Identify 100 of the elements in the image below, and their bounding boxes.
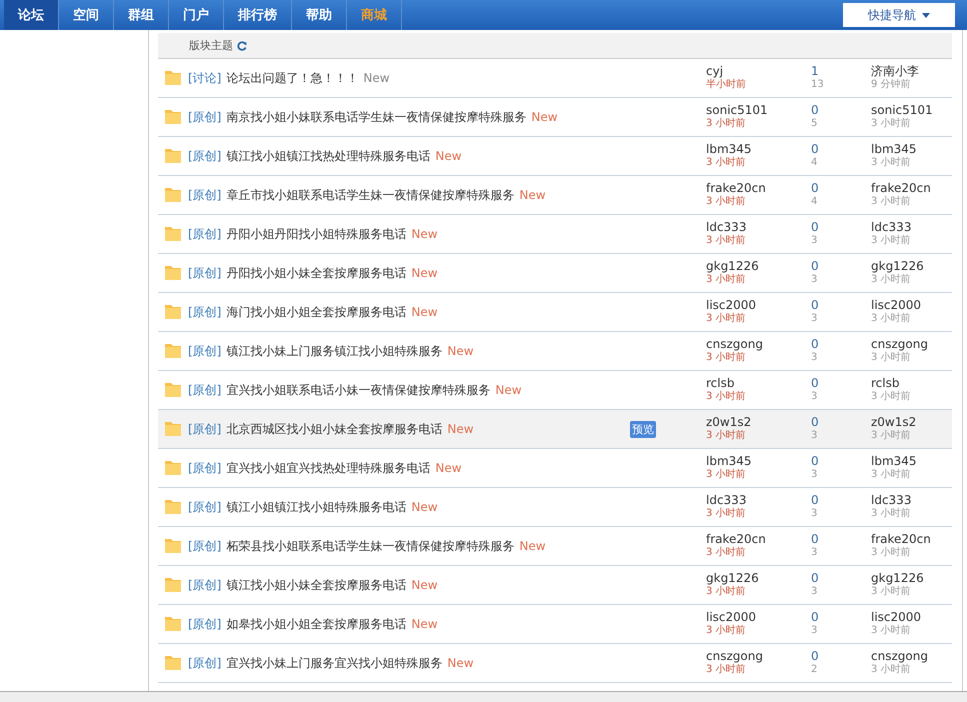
last-poster-link[interactable]: lbm345 xyxy=(871,143,917,156)
last-poster-link[interactable]: frake20cn xyxy=(871,533,931,546)
last-post-time: 3 小时前 xyxy=(871,624,912,637)
thread-row[interactable]: [原创] 镇江找小妹上门服务镇江找小姐特殊服务 New cnszgong 3 小时前 0 3 cnszgong 3 小时前 xyxy=(158,332,952,371)
nav-tab[interactable]: 排行榜 xyxy=(224,0,292,30)
quick-nav-button[interactable]: 快捷导航 xyxy=(843,3,955,27)
nav-tab[interactable]: 论坛 xyxy=(4,0,59,30)
thread-row[interactable]: [原创] 丹阳找小姐小妹全套按摩服务电话 New gkg1226 3 小时前 0 3 gkg1226 3 小时前 xyxy=(158,254,952,293)
last-post-time: 3 小时前 xyxy=(871,468,912,481)
author-link[interactable]: lisc2000 xyxy=(706,611,811,624)
last-poster-link[interactable]: gkg1226 xyxy=(871,572,924,585)
last-poster-link[interactable]: lisc2000 xyxy=(871,611,922,624)
author-link[interactable]: frake20cn xyxy=(706,182,811,195)
nav-tab[interactable]: 群组 xyxy=(114,0,169,30)
thread-title-link[interactable]: 论坛出问题了！急！！！ xyxy=(226,70,358,86)
last-poster-link[interactable]: sonic5101 xyxy=(871,104,933,117)
author-link[interactable]: cnszgong xyxy=(706,338,811,351)
reply-count: 0 xyxy=(811,104,820,117)
last-poster-link[interactable]: cnszgong xyxy=(871,338,928,351)
thread-title-link[interactable]: 丹阳找小姐小妹全套按摩服务电话 xyxy=(226,264,406,282)
thread-title-link[interactable]: 宜兴找小姐联系电话小妹一夜情保健按摩特殊服务 xyxy=(226,382,490,398)
last-poster-link[interactable]: frake20cn xyxy=(871,182,931,195)
thread-title-link[interactable]: 镇江小姐镇江找小姐特殊服务电话 xyxy=(226,498,406,516)
thread-type-link[interactable]: [原创] xyxy=(188,654,222,672)
thread-row[interactable]: [原创] 丹阳小姐丹阳找小姐特殊服务电话 New ldc333 3 小时前 0 3 ldc333 3 小时前 xyxy=(158,215,952,254)
nav-tab[interactable]: 门户 xyxy=(169,0,224,30)
thread-type-link[interactable]: [原创] xyxy=(188,576,222,594)
thread-type-link[interactable]: [原创] xyxy=(188,616,222,632)
thread-type-link[interactable]: [原创] xyxy=(188,342,222,360)
thread-row[interactable]: [原创] 宜兴找小妹上门服务宜兴找小姐特殊服务 New cnszgong 3 小时前 0 2 cnszgong 3 小时前 xyxy=(158,644,952,683)
thread-row[interactable]: [原创] 北京西城区找小姐小妹全套按摩服务电话 New 预览 z0w1s2 3 小时前 0 3 z0w1s2 3 小时前 xyxy=(158,410,952,449)
author-link[interactable]: lbm345 xyxy=(706,143,811,156)
reply-count: 0 xyxy=(811,221,820,234)
last-poster-link[interactable]: lbm345 xyxy=(871,455,917,468)
thread-row[interactable]: [原创] 宜兴找小姐宜兴找热处理特殊服务电话 New lbm345 3 小时前 0 3 lbm345 3 小时前 xyxy=(158,449,952,488)
thread-title-link[interactable]: 海门找小姐小姐全套按摩服务电话 xyxy=(226,304,406,320)
new-label: New xyxy=(411,266,438,280)
post-time: 3 小时前 xyxy=(706,507,747,520)
thread-type-link[interactable]: [原创] xyxy=(188,538,222,554)
author-link[interactable]: frake20cn xyxy=(706,533,811,546)
thread-type-link[interactable]: [原创] xyxy=(188,304,222,320)
author-link[interactable]: sonic5101 xyxy=(706,104,811,117)
thread-row[interactable]: [原创] 章丘市找小姐联系电话学生妹一夜情保健按摩特殊服务 New frake20cn 3 小时前 0 4 frake20cn 3 小时前 xyxy=(158,176,952,215)
view-count: 3 xyxy=(811,585,818,598)
thread-type-link[interactable]: [原创] xyxy=(188,186,222,204)
thread-title-link[interactable]: 宜兴找小姐宜兴找热处理特殊服务电话 xyxy=(226,460,430,476)
thread-row[interactable]: [原创] 海门找小姐小姐全套按摩服务电话 New lisc2000 3 小时前 0 3 lisc2000 3 小时前 xyxy=(158,293,952,332)
thread-title-link[interactable]: 章丘市找小姐联系电话学生妹一夜情保健按摩特殊服务 xyxy=(226,186,514,204)
thread-title-link[interactable]: 镇江找小妹上门服务镇江找小姐特殊服务 xyxy=(226,342,442,360)
thread-type-link[interactable]: [讨论] xyxy=(188,70,222,86)
thread-title-link[interactable]: 柘荣县找小姐联系电话学生妹一夜情保健按摩特殊服务 xyxy=(226,538,514,554)
last-poster-link[interactable]: z0w1s2 xyxy=(871,416,916,429)
thread-title-link[interactable]: 北京西城区找小姐小妹全套按摩服务电话 xyxy=(226,420,442,438)
preview-button[interactable]: 预览 xyxy=(630,420,656,438)
thread-row[interactable]: [原创] 镇江小姐镇江找小姐特殊服务电话 New ldc333 3 小时前 0 3 ldc333 3 小时前 xyxy=(158,488,952,527)
last-poster-link[interactable]: lisc2000 xyxy=(871,299,922,312)
thread-title-link[interactable]: 南京找小姐小妹联系电话学生妹一夜情保健按摩特殊服务 xyxy=(226,108,526,126)
thread-type-link[interactable]: [原创] xyxy=(188,382,222,398)
author-link[interactable]: gkg1226 xyxy=(706,572,811,585)
author-link[interactable]: cnszgong xyxy=(706,650,811,663)
thread-row[interactable]: [讨论] 论坛出问题了！急！！！ New cyj 半小时前 1 13 济南小李 9 分钟前 xyxy=(158,59,952,98)
thread-row[interactable]: [原创] 镇江找小姐小妹全套按摩服务电话 New gkg1226 3 小时前 0 3 gkg1226 3 小时前 xyxy=(158,566,952,605)
thread-type-link[interactable]: [原创] xyxy=(188,108,222,126)
last-post-time: 3 小时前 xyxy=(871,351,912,364)
thread-row[interactable]: [原创] 柘荣县找小姐联系电话学生妹一夜情保健按摩特殊服务 New frake20cn 3 小时前 0 3 frake20cn 3 小时前 xyxy=(158,527,952,566)
thread-type-link[interactable]: [原创] xyxy=(188,460,222,476)
thread-row[interactable]: [原创] 镇江找小姐镇江找热处理特殊服务电话 New lbm345 3 小时前 0 4 lbm345 3 小时前 xyxy=(158,137,952,176)
thread-title-link[interactable]: 镇江找小姐小妹全套按摩服务电话 xyxy=(226,576,406,594)
last-post-time: 3 小时前 xyxy=(871,390,911,403)
author-link[interactable]: ldc333 xyxy=(706,221,811,234)
last-poster-link[interactable]: gkg1226 xyxy=(871,260,924,273)
last-poster-link[interactable]: 济南小李 xyxy=(871,65,919,78)
author-link[interactable]: rclsb xyxy=(706,377,811,390)
thread-type-link[interactable]: [原创] xyxy=(188,148,222,164)
refresh-icon[interactable] xyxy=(237,40,247,50)
thread-title-link[interactable]: 丹阳小姐丹阳找小姐特殊服务电话 xyxy=(226,226,406,242)
thread-row[interactable]: [原创] 如皋找小姐小姐全套按摩服务电话 New lisc2000 3 小时前 0 3 lisc2000 3 小时前 xyxy=(158,605,952,644)
nav-tab[interactable]: 空间 xyxy=(59,0,114,30)
thread-title-link[interactable]: 宜兴找小妹上门服务宜兴找小姐特殊服务 xyxy=(226,654,442,672)
author-link[interactable]: gkg1226 xyxy=(706,260,811,273)
nav-tab[interactable]: 帮助 xyxy=(292,0,347,30)
caret-icon xyxy=(922,12,930,18)
post-time: 3 小时前 xyxy=(706,117,747,130)
last-poster-link[interactable]: ldc333 xyxy=(871,494,912,507)
last-poster-link[interactable]: rclsb xyxy=(871,377,911,390)
author-link[interactable]: ldc333 xyxy=(706,494,811,507)
thread-type-link[interactable]: [原创] xyxy=(188,226,222,242)
thread-type-link[interactable]: [原创] xyxy=(188,498,222,516)
post-time: 半小时前 xyxy=(706,78,747,91)
thread-type-link[interactable]: [原创] xyxy=(188,264,222,282)
author-link[interactable]: lisc2000 xyxy=(706,299,811,312)
thread-title-link[interactable]: 镇江找小姐镇江找热处理特殊服务电话 xyxy=(226,148,430,164)
author-link[interactable]: lbm345 xyxy=(706,455,811,468)
thread-row[interactable]: [原创] 南京找小姐小妹联系电话学生妹一夜情保健按摩特殊服务 New sonic5101 3 小时前 0 5 sonic5101 3 小时前 xyxy=(158,98,952,137)
last-poster-link[interactable]: ldc333 xyxy=(871,221,912,234)
author-link[interactable]: cyj xyxy=(706,65,811,78)
thread-title-link[interactable]: 如皋找小姐小姐全套按摩服务电话 xyxy=(226,616,406,632)
last-poster-link[interactable]: cnszgong xyxy=(871,650,928,663)
author-link[interactable]: z0w1s2 xyxy=(706,416,811,429)
thread-type-link[interactable]: [原创] xyxy=(188,420,222,438)
